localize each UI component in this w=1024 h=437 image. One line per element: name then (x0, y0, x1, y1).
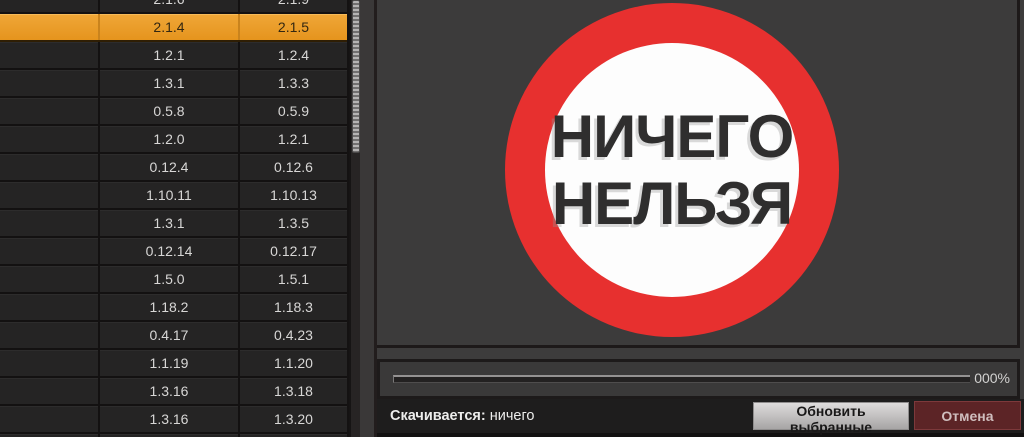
available-version-cell: 1.18.3 (240, 294, 347, 320)
scrollbar-thumb[interactable] (352, 0, 360, 153)
mod-row[interactable]: 0.12.140.12.17 (0, 238, 347, 266)
mod-row[interactable]: 0.5.80.5.9 (0, 98, 347, 126)
mod-row[interactable]: 1.5.01.5.1 (0, 266, 347, 294)
preview-image-area: НИЧЕГО НЕЛЬЗЯ (377, 0, 1020, 348)
current-version-cell: 1.18.2 (100, 294, 238, 320)
mod-name-cell (0, 266, 98, 292)
mod-name-cell (0, 154, 98, 180)
mod-name-cell (0, 406, 98, 432)
mod-name-cell (0, 322, 98, 348)
current-version-cell: 0.12.14 (100, 238, 238, 264)
nothing-allowed-sign: НИЧЕГО НЕЛЬЗЯ (505, 3, 839, 337)
available-version-cell: 1.3.3 (240, 70, 347, 96)
available-version-cell: 1.2.1 (240, 126, 347, 152)
mod-updater-window: 2.1.62.1.92.1.42.1.51.2.11.2.41.3.11.3.3… (0, 0, 1024, 437)
mod-table-rows: 2.1.62.1.92.1.42.1.51.2.11.2.41.3.11.3.3… (0, 0, 347, 437)
current-version-cell: 0.12.4 (100, 154, 238, 180)
sign-text-line2: НЕЛЬЗЯ (551, 170, 794, 237)
mod-name-cell (0, 70, 98, 96)
mod-name-cell (0, 350, 98, 376)
available-version-cell: 2.1.9 (240, 0, 347, 12)
available-version-cell: 0.5.9 (240, 98, 347, 124)
available-version-cell: 1.3.5 (240, 210, 347, 236)
mod-row[interactable]: 0.4.170.4.23 (0, 322, 347, 350)
mod-row[interactable]: 1.2.01.2.1 (0, 126, 347, 154)
available-version-cell: 0.12.6 (240, 154, 347, 180)
mod-row[interactable]: 2.1.42.1.5 (0, 14, 347, 42)
mod-row[interactable]: 0.12.40.12.6 (0, 154, 347, 182)
sign-text: НИЧЕГО НЕЛЬЗЯ (551, 103, 794, 237)
mod-name-cell (0, 182, 98, 208)
mod-name-cell (0, 238, 98, 264)
current-version-cell: 0.5.8 (100, 98, 238, 124)
available-version-cell: 1.3.18 (240, 378, 347, 404)
current-version-cell: 1.5.0 (100, 266, 238, 292)
current-version-cell: 0.4.17 (100, 322, 238, 348)
available-version-cell: 1.10.13 (240, 182, 347, 208)
available-version-cell: 1.5.1 (240, 266, 347, 292)
mod-name-cell (0, 98, 98, 124)
mod-name-cell (0, 0, 98, 12)
current-version-cell: 2.1.6 (100, 0, 238, 12)
available-version-cell: 0.12.17 (240, 238, 347, 264)
mod-name-cell (0, 378, 98, 404)
mod-row[interactable]: 1.3.11.3.5 (0, 210, 347, 238)
mod-row[interactable]: 1.3.11.3.3 (0, 70, 347, 98)
available-version-cell: 1.2.4 (240, 42, 347, 68)
mod-name-cell (0, 42, 98, 68)
mod-update-table: 2.1.62.1.92.1.42.1.51.2.11.2.41.3.11.3.3… (0, 0, 349, 437)
sign-inner-circle: НИЧЕГО НЕЛЬЗЯ (545, 43, 799, 297)
current-version-cell: 1.2.1 (100, 42, 238, 68)
current-version-cell: 1.3.16 (100, 406, 238, 432)
current-version-cell: 2.1.4 (100, 14, 238, 40)
mod-name-cell (0, 294, 98, 320)
mod-name-cell (0, 126, 98, 152)
current-version-cell: 1.2.0 (100, 126, 238, 152)
available-version-cell: 1.3.20 (240, 406, 347, 432)
available-version-cell: 0.4.23 (240, 322, 347, 348)
mod-row[interactable]: 1.1.191.1.20 (0, 350, 347, 378)
right-panel: НИЧЕГО НЕЛЬЗЯ 000% Скачивается: ничего О… (377, 0, 1024, 437)
mod-name-cell (0, 14, 98, 40)
mod-row[interactable]: 1.3.161.3.20 (0, 406, 347, 434)
download-status-text: Скачивается: ничего (390, 408, 534, 424)
mod-name-cell (0, 210, 98, 236)
update-selected-button[interactable]: Обновить выбранные (753, 402, 909, 430)
download-status-label: Скачивается: (390, 408, 486, 424)
mod-row[interactable]: 2.1.62.1.9 (0, 0, 347, 14)
status-bar: Скачивается: ничего Обновить выбранные О… (377, 399, 1024, 437)
mod-row[interactable]: 1.18.21.18.3 (0, 294, 347, 322)
available-version-cell: 2.1.5 (240, 14, 347, 40)
current-version-cell: 1.1.19 (100, 350, 238, 376)
download-progress-panel: 000% (377, 359, 1020, 399)
table-scrollbar[interactable] (349, 0, 360, 437)
panel-divider (360, 0, 377, 437)
current-version-cell: 1.10.11 (100, 182, 238, 208)
download-status-value: ничего (490, 408, 535, 424)
current-version-cell: 1.3.1 (100, 70, 238, 96)
cancel-button[interactable]: Отмена (914, 401, 1021, 430)
mod-row[interactable]: 1.2.11.2.4 (0, 42, 347, 70)
current-version-cell: 1.3.16 (100, 378, 238, 404)
download-progress-bar (393, 375, 970, 383)
progress-percent: 000% (974, 370, 1010, 386)
available-version-cell: 1.1.20 (240, 350, 347, 376)
mod-row[interactable]: 1.10.111.10.13 (0, 182, 347, 210)
mod-row[interactable]: 1.3.161.3.18 (0, 378, 347, 406)
sign-text-line1: НИЧЕГО (551, 103, 794, 170)
current-version-cell: 1.3.1 (100, 210, 238, 236)
